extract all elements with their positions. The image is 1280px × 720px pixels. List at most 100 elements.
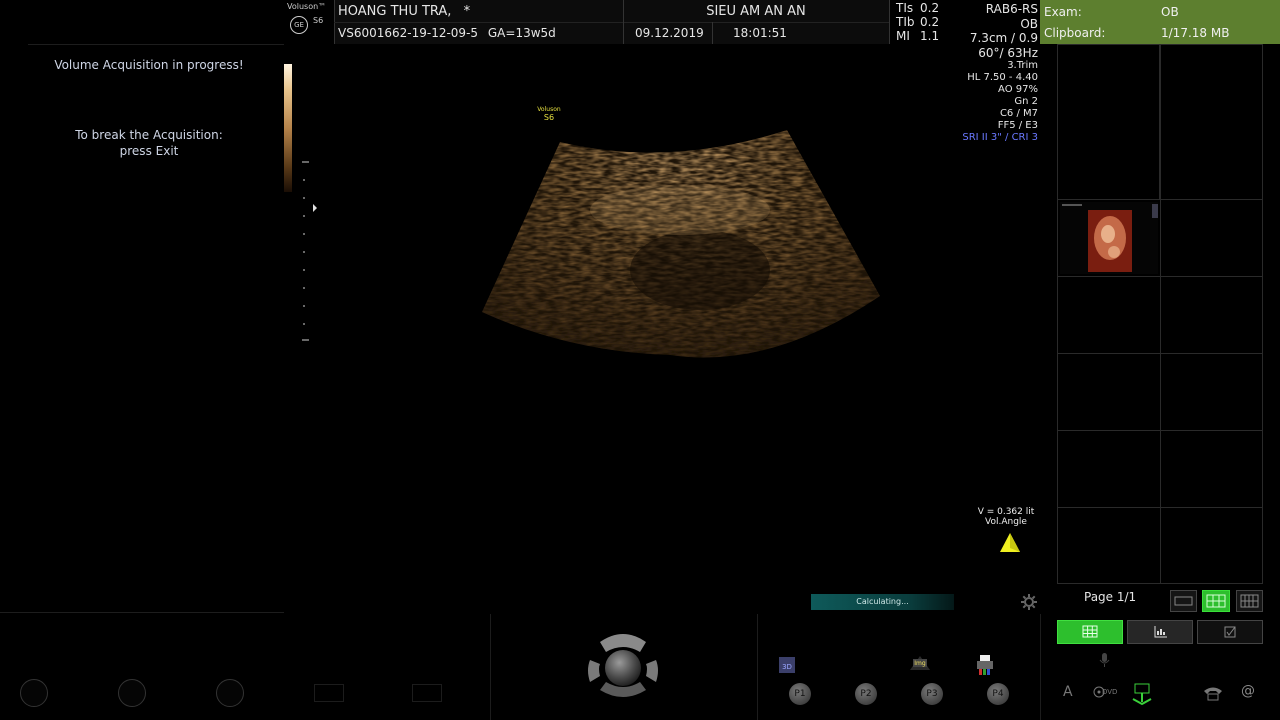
gain-value: Gn 2	[1014, 96, 1038, 107]
patient-flag: *	[463, 4, 471, 19]
patient-name[interactable]: HOANG THU TRA, *	[338, 4, 470, 19]
probe-name: RAB6-RS	[985, 2, 1038, 16]
clip-cell[interactable]	[1160, 353, 1263, 431]
p1-button[interactable]: P1	[789, 683, 811, 705]
patient-id-line: VS6001662-19-12-09-5 GA=13w5d	[338, 26, 556, 40]
clipboard-label: Clipboard:	[1044, 26, 1106, 40]
clip-cell[interactable]	[1160, 199, 1263, 277]
calculation-progress-bar: Calculating...	[811, 594, 954, 610]
watermark-model: S6	[543, 113, 555, 122]
soft-key-2[interactable]	[118, 679, 146, 707]
progress-label: Calculating...	[856, 597, 909, 606]
brand-text: Voluson™	[287, 2, 327, 11]
image-export-icon[interactable]: Img	[908, 654, 932, 674]
trackball-icon[interactable]	[586, 632, 660, 702]
checkbox-icon	[1224, 626, 1236, 638]
soft-key-1[interactable]	[20, 679, 48, 707]
exam-label: Exam:	[1044, 5, 1082, 19]
clipboard-tab-select[interactable]	[1197, 620, 1263, 644]
layout-multi-button[interactable]	[1236, 590, 1263, 612]
clip-cell[interactable]	[1057, 276, 1161, 354]
clip-cell-thumbnail[interactable]	[1057, 199, 1161, 277]
exam-date: 09.12.2019	[635, 26, 704, 40]
clip-cell[interactable]	[1160, 430, 1263, 508]
watermark-brand: Voluson	[537, 106, 561, 113]
tib-label: TIb	[896, 15, 915, 29]
grayscale-map-bar	[284, 64, 292, 192]
angle-value: 60°/ 63Hz	[978, 46, 1038, 60]
mi-value: 1.1	[920, 29, 940, 43]
clipboard-grid	[1057, 44, 1263, 584]
thermal-mechanical-index: TIs 0.2 TIb 0.2 MI 1.1	[896, 1, 939, 43]
clip-cell[interactable]	[1160, 507, 1263, 584]
annotation-text-icon[interactable]: A	[1063, 684, 1073, 700]
instruction-line-2: press Exit	[119, 144, 179, 158]
image-export-label: Img	[914, 660, 926, 667]
dvd-button[interactable]: DVD	[1093, 684, 1119, 702]
p4-button[interactable]: P4	[987, 683, 1009, 705]
bottom-sep-3	[1040, 614, 1041, 720]
clipboard-tab-charts[interactable]	[1127, 620, 1193, 644]
patient-name-text: HOANG THU TRA,	[338, 4, 452, 19]
exam-info-panel: Exam: OB Clipboard: 1/17.18 MB	[1040, 0, 1280, 44]
header-sep-4	[889, 0, 890, 44]
c-m-value: C6 / M7	[999, 108, 1038, 119]
exam-value: OB	[1161, 5, 1179, 19]
soft-key-4[interactable]	[314, 684, 344, 702]
ge-logo-icon: GE	[290, 16, 308, 34]
left-bottom-divider	[0, 612, 284, 613]
ultrasound-image[interactable]	[470, 120, 890, 370]
clip-cell[interactable]	[1057, 507, 1161, 584]
tis-label: TIs	[896, 1, 914, 15]
email-at-icon[interactable]: @	[1241, 683, 1255, 699]
network-transfer-icon[interactable]	[1130, 682, 1154, 706]
bottom-sep-1	[490, 614, 491, 720]
volume-value: V = 0.362 lit	[977, 507, 1035, 517]
soft-key-5[interactable]	[412, 684, 442, 702]
clip-cell[interactable]	[1057, 44, 1160, 200]
printer-icon[interactable]	[975, 654, 995, 676]
soft-key-3[interactable]	[216, 679, 244, 707]
p3-button[interactable]: P3	[921, 683, 943, 705]
clipboard-tab-images[interactable]	[1057, 620, 1123, 644]
clip-cell[interactable]	[1160, 276, 1263, 354]
left-panel-divider	[28, 44, 284, 45]
vol-angle-label: Vol.Angle	[985, 517, 1027, 527]
probe-parameters: RAB6-RS OB 7.3cm / 0.9 60°/ 63Hz 3.Trim …	[940, 2, 1038, 144]
multi-grid-icon	[1240, 594, 1259, 608]
save-3d-label: 3D	[782, 663, 792, 671]
clip-cell[interactable]	[1160, 44, 1263, 200]
bottom-sep-2	[757, 614, 758, 720]
ao-value: AO 97%	[998, 84, 1038, 95]
mi-label: MI	[896, 29, 910, 43]
layout-single-icon	[1174, 596, 1193, 606]
grid-icon	[1206, 594, 1226, 608]
clip-cell[interactable]	[1057, 353, 1161, 431]
tis-value: 0.2	[920, 1, 940, 15]
layout-1x1-button[interactable]	[1170, 590, 1197, 612]
dvd-label: DVD	[1102, 688, 1118, 696]
acquisition-instruction: To break the Acquisition: press Exit	[0, 127, 298, 159]
tib-value: 0.2	[920, 15, 940, 29]
grid-icon	[1082, 625, 1098, 638]
settings-gear-icon[interactable]	[1020, 593, 1038, 611]
microphone-icon[interactable]	[1098, 652, 1112, 668]
gestational-age: GA=13w5d	[487, 26, 556, 40]
save-3d-icon[interactable]: 3D	[777, 656, 797, 674]
depth-value: 7.3cm / 0.9	[969, 31, 1038, 45]
sri-cri-value: SRI II 3" / CRI 3	[962, 132, 1038, 143]
ff-e-value: FF5 / E3	[997, 120, 1038, 131]
voluson-logo: Voluson™ GE S6	[287, 2, 333, 42]
depth-scale	[302, 161, 317, 341]
clip-cell[interactable]	[1057, 430, 1161, 508]
layout-grid-button[interactable]	[1202, 590, 1230, 612]
model-text: S6	[313, 16, 324, 25]
preset-value: 3.Trim	[1007, 60, 1038, 71]
acquisition-status-text: Volume Acquisition in progress!	[54, 58, 244, 72]
p2-button[interactable]: P2	[855, 683, 877, 705]
clip-thumbnail-image	[1060, 202, 1158, 274]
institution-name: SIEU AM AN AN	[706, 4, 806, 19]
instruction-line-1: To break the Acquisition:	[75, 128, 223, 142]
service-phone-icon[interactable]	[1202, 684, 1224, 702]
clipboard-value: 1/17.18 MB	[1161, 26, 1230, 40]
